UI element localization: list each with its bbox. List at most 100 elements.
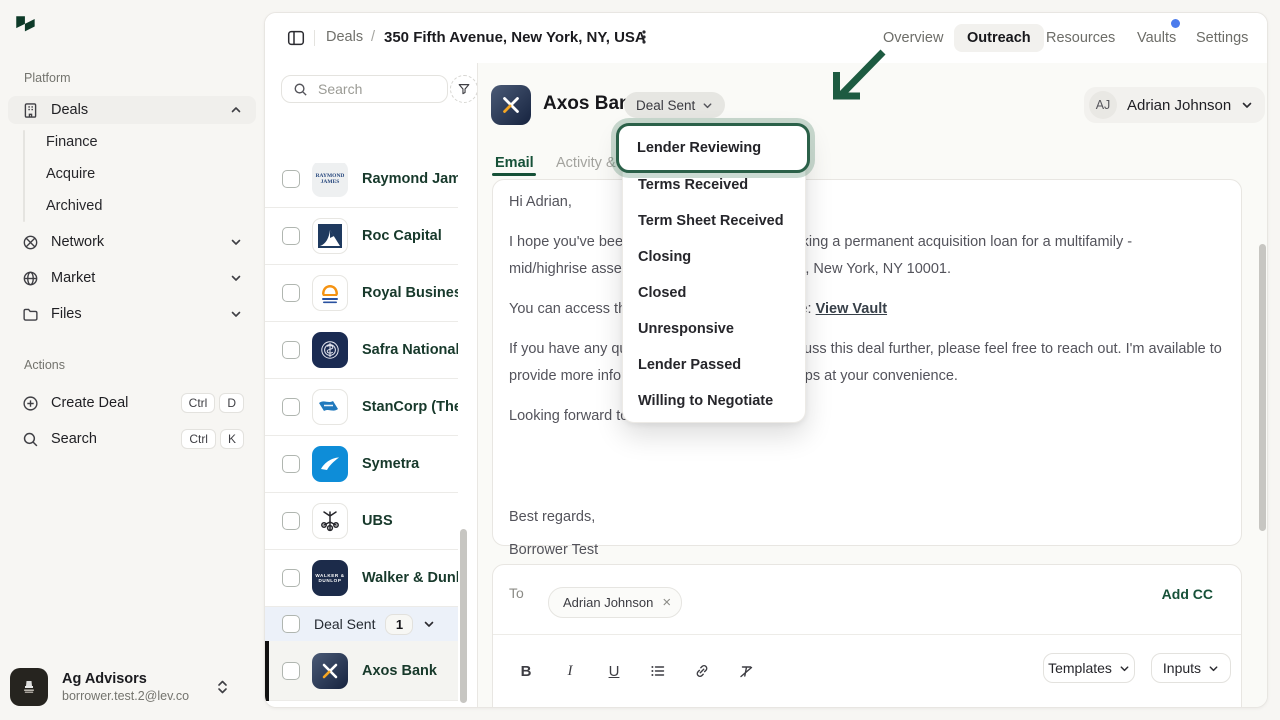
tab-outreach[interactable]: Outreach — [954, 24, 1044, 52]
lender-name: Axos Bank — [362, 663, 458, 679]
sidebar-item-deals[interactable]: Deals — [8, 96, 256, 124]
chip-close-icon[interactable]: × — [662, 595, 671, 610]
sidebar-item-label: Market — [51, 270, 95, 286]
contact-selector[interactable]: AJ Adrian Johnson — [1084, 87, 1265, 123]
link-button[interactable] — [688, 657, 716, 685]
status-option[interactable]: Closed — [623, 275, 805, 311]
sidebar-item-market[interactable]: Market — [8, 264, 256, 292]
checkbox[interactable] — [282, 227, 300, 245]
group-label: Deal Sent — [314, 616, 375, 632]
sidebar-item-files[interactable]: Files — [8, 300, 256, 328]
keycap-ctrl: Ctrl — [181, 393, 216, 413]
email-paragraph: Looking forward to hearing from you. — [509, 403, 1225, 430]
app-topbar: Deals / 350 Fifth Avenue, New York, NY, … — [265, 13, 1267, 64]
chevron-down-icon — [1241, 99, 1253, 111]
status-option-focused[interactable]: Lender Reviewing — [616, 123, 810, 173]
sidebar-item-acquire[interactable]: Acquire — [46, 166, 95, 182]
to-label: To — [509, 585, 524, 601]
deal-sent-group-row[interactable]: Deal Sent 1 — [265, 607, 458, 641]
lender-row[interactable]: WALKER &DUNLOP Walker & Dunlop — [265, 550, 458, 607]
checkbox[interactable] — [282, 284, 300, 302]
kebab-menu-icon[interactable] — [636, 28, 652, 46]
account-switcher[interactable]: Ag Advisors borrower.test.2@lev.co — [10, 668, 254, 706]
add-cc-button[interactable]: Add CC — [1162, 586, 1213, 602]
sidebar-item-archived[interactable]: Archived — [46, 198, 102, 214]
search-input[interactable] — [316, 80, 430, 98]
email-greeting: Hi Adrian, — [509, 189, 1225, 216]
chevron-down-icon[interactable] — [423, 618, 435, 630]
filter-button[interactable] — [450, 75, 478, 103]
lender-row[interactable]: RAYMONDJAMES Raymond James — [265, 163, 458, 208]
lender-row[interactable]: Safra National — [265, 322, 458, 379]
clear-formatting-button[interactable] — [732, 657, 760, 685]
sidebar-toggle-icon[interactable] — [287, 29, 305, 47]
inputs-button[interactable]: Inputs — [1151, 653, 1231, 683]
sidebar-item-label: Deals — [51, 102, 88, 118]
email-closing: Best regards, — [509, 505, 1225, 530]
lender-row[interactable]: Symetra — [265, 436, 458, 493]
status-option[interactable]: Lender Passed — [623, 347, 805, 383]
keycap-d: D — [219, 393, 244, 413]
templates-button[interactable]: Templates — [1043, 653, 1135, 683]
lender-logo — [312, 218, 348, 254]
checkbox[interactable] — [282, 341, 300, 359]
search-icon — [22, 431, 39, 448]
recipient-chip[interactable]: Adrian Johnson × — [548, 587, 682, 618]
list-vertical-scrollbar[interactable] — [460, 529, 467, 703]
checkbox[interactable] — [282, 170, 300, 188]
lender-row[interactable]: StanCorp (The Standard) — [265, 379, 458, 436]
tab-settings[interactable]: Settings — [1194, 24, 1250, 52]
lender-row[interactable]: Royal Business Bank — [265, 265, 458, 322]
bullet-list-button[interactable] — [644, 657, 672, 685]
lender-logo: RAYMONDJAMES — [312, 163, 348, 197]
notification-dot — [1171, 19, 1180, 28]
recipient-name: Adrian Johnson — [563, 595, 653, 610]
lender-name: Roc Capital — [362, 228, 458, 244]
breadcrumb-section[interactable]: Deals — [326, 29, 363, 45]
nav-indent-line — [23, 130, 25, 222]
checkbox[interactable] — [282, 662, 300, 680]
lender-logo — [312, 332, 348, 368]
tab-email[interactable]: Email — [495, 155, 534, 171]
status-option[interactable]: Unresponsive — [623, 311, 805, 347]
sidebar-item-network[interactable]: Network — [8, 228, 256, 256]
italic-button[interactable]: I — [556, 657, 584, 685]
checkbox[interactable] — [282, 569, 300, 587]
sidebar-item-finance[interactable]: Finance — [46, 134, 98, 150]
lender-row-selected[interactable]: Axos Bank — [265, 641, 458, 701]
lender-row[interactable]: Roc Capital — [265, 208, 458, 265]
lender-name: Safra National — [362, 342, 458, 358]
lender-list-panel: RAYMONDJAMES Raymond James Roc Capital — [265, 63, 477, 708]
actions-section-label: Actions — [24, 358, 65, 372]
underline-button[interactable]: U — [600, 657, 628, 685]
plus-circle-icon — [22, 395, 39, 412]
status-option[interactable]: Term Sheet Received — [623, 203, 805, 239]
tab-resources[interactable]: Resources — [1044, 24, 1117, 52]
chevron-up-icon — [230, 104, 242, 116]
lender-logo — [312, 446, 348, 482]
vault-link[interactable]: View Vault — [816, 301, 887, 317]
tab-underline — [492, 173, 536, 176]
folder-icon — [22, 306, 39, 323]
email-message-card: Hi Adrian, I hope you've been well. We a… — [492, 179, 1242, 546]
search-action-button[interactable]: Search Ctrl K — [8, 425, 256, 453]
checkbox[interactable] — [282, 455, 300, 473]
email-paragraph: You can access the full details of the d… — [509, 296, 1225, 323]
checkbox[interactable] — [282, 615, 300, 633]
create-deal-button[interactable]: Create Deal Ctrl D — [8, 389, 256, 417]
search-action-label: Search — [51, 431, 97, 447]
globe-icon — [22, 270, 39, 287]
status-pill-dropdown[interactable]: Deal Sent — [624, 92, 725, 118]
lender-row[interactable]: UBS — [265, 493, 458, 550]
status-option[interactable]: Willing to Negotiate — [623, 383, 805, 419]
lender-search[interactable] — [281, 75, 448, 103]
chevron-down-icon — [702, 100, 713, 111]
bold-button[interactable]: B — [512, 657, 540, 685]
main-vertical-scrollbar[interactable] — [1259, 244, 1266, 531]
checkbox[interactable] — [282, 512, 300, 530]
checkbox[interactable] — [282, 398, 300, 416]
tab-vaults[interactable]: Vaults — [1135, 24, 1178, 52]
status-option[interactable]: Closing — [623, 239, 805, 275]
email-signature-name: Borrower Test — [509, 538, 1225, 562]
lender-name: Symetra — [362, 456, 458, 472]
